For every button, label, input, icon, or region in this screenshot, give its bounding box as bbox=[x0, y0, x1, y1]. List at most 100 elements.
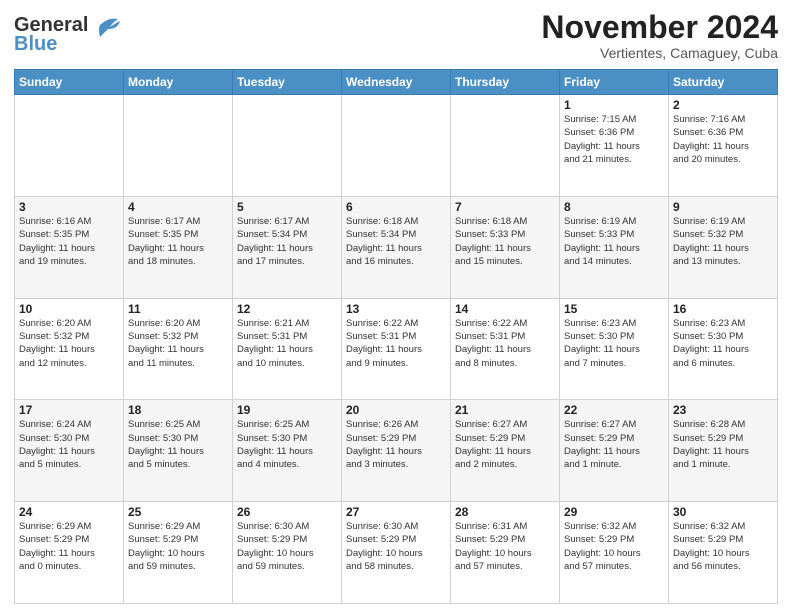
day-info: Sunrise: 6:18 AM Sunset: 5:33 PM Dayligh… bbox=[455, 215, 555, 268]
calendar-cell: 23Sunrise: 6:28 AM Sunset: 5:29 PM Dayli… bbox=[669, 400, 778, 502]
calendar-cell: 20Sunrise: 6:26 AM Sunset: 5:29 PM Dayli… bbox=[342, 400, 451, 502]
day-number: 30 bbox=[673, 505, 773, 519]
calendar-cell: 13Sunrise: 6:22 AM Sunset: 5:31 PM Dayli… bbox=[342, 298, 451, 400]
day-info: Sunrise: 6:29 AM Sunset: 5:29 PM Dayligh… bbox=[19, 520, 119, 573]
calendar-cell: 27Sunrise: 6:30 AM Sunset: 5:29 PM Dayli… bbox=[342, 502, 451, 604]
calendar-cell: 6Sunrise: 6:18 AM Sunset: 5:34 PM Daylig… bbox=[342, 196, 451, 298]
weekday-header-sunday: Sunday bbox=[15, 70, 124, 95]
calendar-cell: 17Sunrise: 6:24 AM Sunset: 5:30 PM Dayli… bbox=[15, 400, 124, 502]
weekday-header-thursday: Thursday bbox=[451, 70, 560, 95]
day-info: Sunrise: 6:30 AM Sunset: 5:29 PM Dayligh… bbox=[346, 520, 446, 573]
day-info: Sunrise: 6:17 AM Sunset: 5:34 PM Dayligh… bbox=[237, 215, 337, 268]
calendar-cell: 7Sunrise: 6:18 AM Sunset: 5:33 PM Daylig… bbox=[451, 196, 560, 298]
day-info: Sunrise: 6:25 AM Sunset: 5:30 PM Dayligh… bbox=[128, 418, 228, 471]
header: General Blue November 2024 Vertientes, C… bbox=[14, 10, 778, 61]
day-number: 20 bbox=[346, 403, 446, 417]
calendar-cell: 3Sunrise: 6:16 AM Sunset: 5:35 PM Daylig… bbox=[15, 196, 124, 298]
page-container: General Blue November 2024 Vertientes, C… bbox=[0, 0, 792, 612]
calendar-cell: 15Sunrise: 6:23 AM Sunset: 5:30 PM Dayli… bbox=[560, 298, 669, 400]
day-number: 19 bbox=[237, 403, 337, 417]
weekday-header-saturday: Saturday bbox=[669, 70, 778, 95]
month-title: November 2024 bbox=[541, 10, 778, 45]
calendar-cell: 24Sunrise: 6:29 AM Sunset: 5:29 PM Dayli… bbox=[15, 502, 124, 604]
day-number: 27 bbox=[346, 505, 446, 519]
calendar-cell: 4Sunrise: 6:17 AM Sunset: 5:35 PM Daylig… bbox=[124, 196, 233, 298]
calendar-table: SundayMondayTuesdayWednesdayThursdayFrid… bbox=[14, 69, 778, 604]
day-number: 6 bbox=[346, 200, 446, 214]
day-number: 3 bbox=[19, 200, 119, 214]
title-section: November 2024 Vertientes, Camaguey, Cuba bbox=[541, 10, 778, 61]
day-number: 9 bbox=[673, 200, 773, 214]
day-number: 12 bbox=[237, 302, 337, 316]
day-info: Sunrise: 6:25 AM Sunset: 5:30 PM Dayligh… bbox=[237, 418, 337, 471]
day-info: Sunrise: 6:26 AM Sunset: 5:29 PM Dayligh… bbox=[346, 418, 446, 471]
calendar-cell: 14Sunrise: 6:22 AM Sunset: 5:31 PM Dayli… bbox=[451, 298, 560, 400]
day-number: 13 bbox=[346, 302, 446, 316]
day-info: Sunrise: 6:20 AM Sunset: 5:32 PM Dayligh… bbox=[128, 317, 228, 370]
day-number: 15 bbox=[564, 302, 664, 316]
location-subtitle: Vertientes, Camaguey, Cuba bbox=[541, 45, 778, 61]
logo-blue: Blue bbox=[14, 33, 57, 56]
day-info: Sunrise: 6:27 AM Sunset: 5:29 PM Dayligh… bbox=[455, 418, 555, 471]
day-info: Sunrise: 6:16 AM Sunset: 5:35 PM Dayligh… bbox=[19, 215, 119, 268]
day-number: 2 bbox=[673, 98, 773, 112]
calendar-cell bbox=[342, 95, 451, 197]
weekday-header-wednesday: Wednesday bbox=[342, 70, 451, 95]
day-info: Sunrise: 6:28 AM Sunset: 5:29 PM Dayligh… bbox=[673, 418, 773, 471]
day-info: Sunrise: 6:17 AM Sunset: 5:35 PM Dayligh… bbox=[128, 215, 228, 268]
calendar-week-row: 10 Sunrise: 6:20 AM Sunset: 5:32 PM Dayli… bbox=[15, 298, 778, 400]
calendar-cell: 29Sunrise: 6:32 AM Sunset: 5:29 PM Dayli… bbox=[560, 502, 669, 604]
day-number: 17 bbox=[19, 403, 119, 417]
day-number: 26 bbox=[237, 505, 337, 519]
day-number: 25 bbox=[128, 505, 228, 519]
day-number: 18 bbox=[128, 403, 228, 417]
calendar-week-row: 3Sunrise: 6:16 AM Sunset: 5:35 PM Daylig… bbox=[15, 196, 778, 298]
day-number: 5 bbox=[237, 200, 337, 214]
calendar-week-row: 24Sunrise: 6:29 AM Sunset: 5:29 PM Dayli… bbox=[15, 502, 778, 604]
calendar-cell: 16Sunrise: 6:23 AM Sunset: 5:30 PM Dayli… bbox=[669, 298, 778, 400]
weekday-header-monday: Monday bbox=[124, 70, 233, 95]
day-number: 21 bbox=[455, 403, 555, 417]
calendar-cell bbox=[451, 95, 560, 197]
calendar-cell bbox=[233, 95, 342, 197]
calendar-cell: 25Sunrise: 6:29 AM Sunset: 5:29 PM Dayli… bbox=[124, 502, 233, 604]
day-info: Sunrise: 6:32 AM Sunset: 5:29 PM Dayligh… bbox=[564, 520, 664, 573]
day-number: 4 bbox=[128, 200, 228, 214]
day-number: 23 bbox=[673, 403, 773, 417]
weekday-header-friday: Friday bbox=[560, 70, 669, 95]
day-info: Sunrise: 7:16 AM Sunset: 6:36 PM Dayligh… bbox=[673, 113, 773, 166]
day-info: Sunrise: 6:21 AM Sunset: 5:31 PM Dayligh… bbox=[237, 317, 337, 370]
day-info: Sunrise: 6:22 AM Sunset: 5:31 PM Dayligh… bbox=[346, 317, 446, 370]
calendar-cell: 30Sunrise: 6:32 AM Sunset: 5:29 PM Dayli… bbox=[669, 502, 778, 604]
calendar-cell: 18Sunrise: 6:25 AM Sunset: 5:30 PM Dayli… bbox=[124, 400, 233, 502]
calendar-cell: 2Sunrise: 7:16 AM Sunset: 6:36 PM Daylig… bbox=[669, 95, 778, 197]
calendar-cell: 19Sunrise: 6:25 AM Sunset: 5:30 PM Dayli… bbox=[233, 400, 342, 502]
day-info: Sunrise: 6:24 AM Sunset: 5:30 PM Dayligh… bbox=[19, 418, 119, 471]
calendar-cell: 22Sunrise: 6:27 AM Sunset: 5:29 PM Dayli… bbox=[560, 400, 669, 502]
day-number: 11 bbox=[128, 302, 228, 316]
calendar-week-row: 1Sunrise: 7:15 AM Sunset: 6:36 PM Daylig… bbox=[15, 95, 778, 197]
day-number: 22 bbox=[564, 403, 664, 417]
calendar-cell: 21Sunrise: 6:27 AM Sunset: 5:29 PM Dayli… bbox=[451, 400, 560, 502]
calendar-cell bbox=[15, 95, 124, 197]
day-number: 14 bbox=[455, 302, 555, 316]
calendar-cell: 10Sunrise: 6:20 AM Sunset: 5:32 PM Dayli… bbox=[15, 298, 124, 400]
calendar-cell: 1Sunrise: 7:15 AM Sunset: 6:36 PM Daylig… bbox=[560, 95, 669, 197]
calendar-cell: 26Sunrise: 6:30 AM Sunset: 5:29 PM Dayli… bbox=[233, 502, 342, 604]
weekday-header-tuesday: Tuesday bbox=[233, 70, 342, 95]
day-info: Sunrise: 6:19 AM Sunset: 5:33 PM Dayligh… bbox=[564, 215, 664, 268]
day-number: 10 bbox=[19, 302, 119, 316]
calendar-cell: 5Sunrise: 6:17 AM Sunset: 5:34 PM Daylig… bbox=[233, 196, 342, 298]
day-info: Sunrise: 6:30 AM Sunset: 5:29 PM Dayligh… bbox=[237, 520, 337, 573]
calendar-cell: 12Sunrise: 6:21 AM Sunset: 5:31 PM Dayli… bbox=[233, 298, 342, 400]
day-info: Sunrise: 7:15 AM Sunset: 6:36 PM Dayligh… bbox=[564, 113, 664, 166]
day-info: Sunrise: 6:18 AM Sunset: 5:34 PM Dayligh… bbox=[346, 215, 446, 268]
day-info: Sunrise: 6:19 AM Sunset: 5:32 PM Dayligh… bbox=[673, 215, 773, 268]
calendar-week-row: 17Sunrise: 6:24 AM Sunset: 5:30 PM Dayli… bbox=[15, 400, 778, 502]
day-number: 28 bbox=[455, 505, 555, 519]
day-info: Sunrise: 6:27 AM Sunset: 5:29 PM Dayligh… bbox=[564, 418, 664, 471]
day-number: 24 bbox=[19, 505, 119, 519]
calendar-cell: 9Sunrise: 6:19 AM Sunset: 5:32 PM Daylig… bbox=[669, 196, 778, 298]
day-number: 7 bbox=[455, 200, 555, 214]
day-info: Sunrise: 6:29 AM Sunset: 5:29 PM Dayligh… bbox=[128, 520, 228, 573]
